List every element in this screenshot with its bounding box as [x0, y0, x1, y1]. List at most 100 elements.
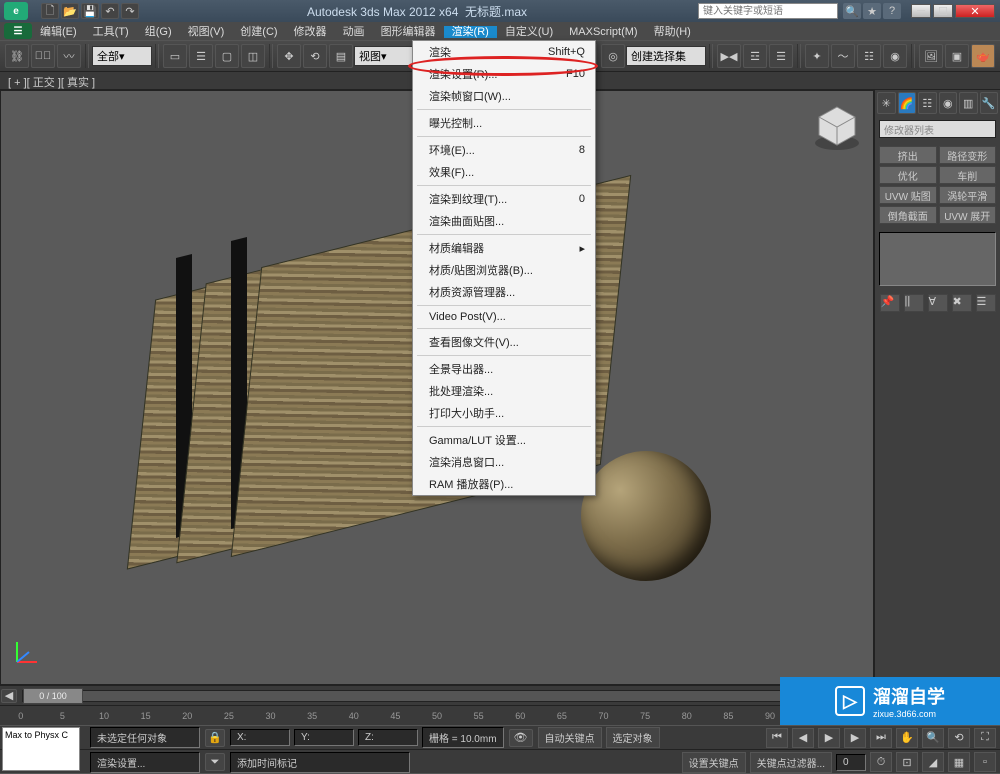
named-selection-dropdown[interactable]: 创建选择集 [626, 46, 706, 66]
nav-zoom-ext-icon[interactable]: ⊡ [896, 752, 918, 772]
menu-item[interactable]: 材质编辑器▸ [413, 237, 595, 259]
material-editor-icon[interactable]: ◉ [883, 44, 907, 68]
mirror-icon[interactable]: ▶◀ [717, 44, 741, 68]
modifier-preset[interactable]: UVW 贴图 [879, 186, 937, 204]
nav-walk-icon[interactable]: ▦ [948, 752, 970, 772]
menu-item[interactable]: 批处理渲染... [413, 380, 595, 402]
menu-item[interactable]: 全景导出器... [413, 358, 595, 380]
menu-1[interactable]: 工具(T) [85, 26, 137, 38]
setkey-button[interactable]: 设置关键点 [682, 752, 746, 773]
add-time-tag[interactable]: 添加时间标记 [230, 752, 410, 773]
qat-open-icon[interactable]: 📂 [61, 3, 79, 19]
menu-item[interactable]: RAM 播放器(P)... [413, 473, 595, 495]
display-tab-icon[interactable]: ▥ [959, 92, 978, 114]
motion-tab-icon[interactable]: ◉ [939, 92, 958, 114]
qat-undo-icon[interactable]: ↶ [101, 3, 119, 19]
menu-3[interactable]: 视图(V) [180, 26, 233, 38]
selection-filter-dropdown[interactable]: 全部 ▾ [92, 46, 152, 66]
bind-space-warp-icon[interactable]: 〰 [57, 44, 81, 68]
menu-5[interactable]: 修改器 [286, 26, 335, 38]
menu-item[interactable]: 渲染帧窗口(W)... [413, 85, 595, 107]
modifier-preset[interactable]: 优化 [879, 166, 937, 184]
close-button[interactable]: ✕ [955, 4, 995, 18]
modifier-preset[interactable]: UVW 展开 [939, 206, 997, 224]
menu-item[interactable]: 效果(F)... [413, 161, 595, 183]
menu-item[interactable]: 渲染Shift+Q [413, 41, 595, 63]
menu-item[interactable]: 材质/贴图浏览器(B)... [413, 259, 595, 281]
lock-selection-icon[interactable]: 🔒 [205, 729, 225, 747]
menu-8[interactable]: 渲染(R) [444, 26, 497, 38]
curve-editor-icon[interactable]: 〜 [831, 44, 855, 68]
timeline-ruler[interactable]: 0510152025303540455055606570758085909510… [0, 705, 874, 725]
qat-new-icon[interactable]: 🗋 [41, 3, 59, 19]
qat-redo-icon[interactable]: ↷ [121, 3, 139, 19]
scale-icon[interactable]: ▤ [329, 44, 353, 68]
modifier-preset[interactable]: 车削 [939, 166, 997, 184]
infocenter-help-icon[interactable]: ? [883, 3, 901, 19]
menu-9[interactable]: 自定义(U) [497, 26, 561, 38]
time-slider[interactable]: 0 / 100 [22, 690, 852, 702]
graphite-icon[interactable]: ✦ [805, 44, 829, 68]
select-object-icon[interactable]: ▭ [163, 44, 187, 68]
time-slider-handle[interactable]: 0 / 100 [23, 688, 83, 704]
menu-6[interactable]: 动画 [335, 26, 373, 38]
hierarchy-tab-icon[interactable]: ☷ [918, 92, 937, 114]
nav-pan-icon[interactable]: ✋ [896, 728, 918, 748]
keyfilter-button[interactable]: 关键点过滤器... [750, 752, 832, 773]
maxscript-listener[interactable]: Max to Physx C [2, 727, 80, 771]
window-crossing-icon[interactable]: ◫ [241, 44, 265, 68]
pin-stack-icon[interactable]: 📌 [880, 294, 900, 312]
create-tab-icon[interactable]: ✳ [877, 92, 896, 114]
menu-4[interactable]: 创建(C) [232, 26, 285, 38]
menu-item[interactable]: 渲染消息窗口... [413, 451, 595, 473]
menu-item[interactable]: 曝光控制... [413, 112, 595, 134]
remove-modifier-icon[interactable]: ✖ [952, 294, 972, 312]
render-icon[interactable]: 🫖 [971, 44, 995, 68]
maximize-button[interactable]: ☐ [933, 4, 953, 18]
modifier-preset[interactable]: 倒角截面 [879, 206, 937, 224]
goto-end-icon[interactable]: ⏭ [870, 728, 892, 748]
menu-item[interactable]: Video Post(V)... [413, 308, 595, 326]
menu-item[interactable]: 查看图像文件(V)... [413, 331, 595, 353]
time-tag-icon[interactable]: ⏷ [205, 753, 225, 771]
app-icon[interactable]: e [4, 2, 28, 20]
app-menu-button[interactable]: ☰ [4, 23, 32, 39]
menu-11[interactable]: 帮助(H) [646, 26, 699, 38]
autokey-button[interactable]: 自动关键点 [538, 727, 602, 748]
menu-item[interactable]: 材质资源管理器... [413, 281, 595, 303]
prev-frame-icon[interactable]: ◀ [792, 728, 814, 748]
play-icon[interactable]: ▶ [818, 728, 840, 748]
viewcube-icon[interactable] [811, 101, 863, 153]
make-unique-icon[interactable]: ∀ [928, 294, 948, 312]
infocenter-star-icon[interactable]: ★ [863, 3, 881, 19]
rotate-icon[interactable]: ⟲ [303, 44, 327, 68]
modifier-list-dropdown[interactable]: 修改器列表 [879, 120, 996, 138]
isolate-icon[interactable]: 👁 [509, 729, 533, 747]
menu-item[interactable]: 渲染曲面贴图... [413, 210, 595, 232]
coord-y[interactable]: Y: [294, 729, 354, 746]
current-frame-field[interactable]: 0 [836, 754, 866, 771]
layers-icon[interactable]: ☰ [769, 44, 793, 68]
modifier-preset[interactable]: 挤出 [879, 146, 937, 164]
infocenter-search-icon[interactable]: 🔍 [843, 3, 861, 19]
time-config-icon[interactable]: ⏱ [870, 752, 892, 772]
utilities-tab-icon[interactable]: 🔧 [980, 92, 999, 114]
align-icon[interactable]: ☲ [743, 44, 767, 68]
menu-item[interactable]: 渲染到纹理(T)...0 [413, 188, 595, 210]
select-by-name-icon[interactable]: ☰ [189, 44, 213, 68]
nav-max-icon[interactable]: ⛶ [974, 728, 996, 748]
configure-sets-icon[interactable]: ☰ [976, 294, 996, 312]
menu-10[interactable]: MAXScript(M) [561, 26, 645, 38]
link-icon[interactable]: ⛓ [5, 44, 29, 68]
render-frame-icon[interactable]: ▣ [945, 44, 969, 68]
selkey-button[interactable]: 选定对象 [606, 727, 660, 748]
menu-7[interactable]: 图形编辑器 [373, 26, 444, 38]
modifier-stack[interactable] [879, 232, 996, 286]
minimize-button[interactable]: ─ [911, 4, 931, 18]
coord-x[interactable]: X: [230, 729, 290, 746]
select-region-icon[interactable]: ▢ [215, 44, 239, 68]
show-end-result-icon[interactable]: || [904, 294, 924, 312]
unlink-icon[interactable]: ⛓⃠ [31, 44, 55, 68]
qat-save-icon[interactable]: 💾 [81, 3, 99, 19]
nav-fov-icon[interactable]: ◢ [922, 752, 944, 772]
